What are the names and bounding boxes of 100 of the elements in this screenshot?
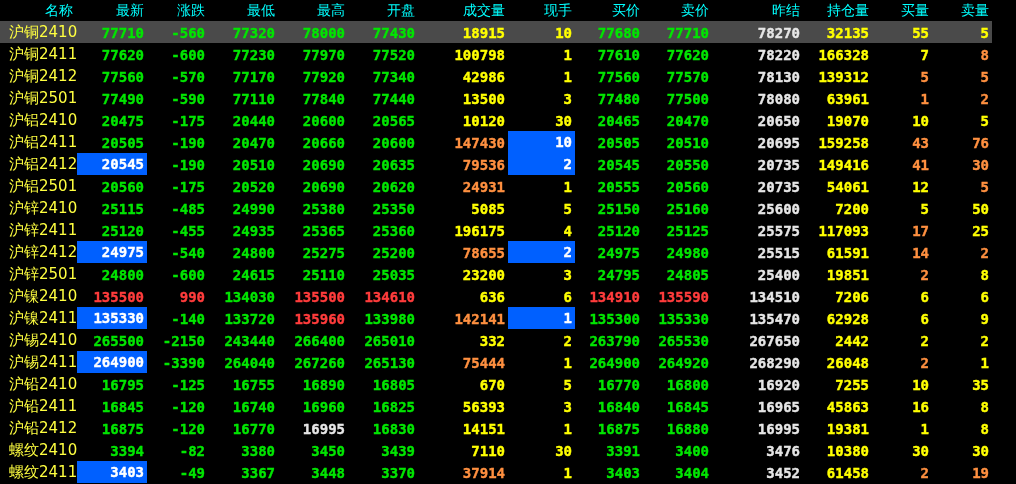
table-cell: 77570 [666, 70, 709, 84]
column-header[interactable]: 涨跌 [147, 1, 208, 20]
contract-name[interactable]: 沪镍2410 [0, 285, 77, 307]
table-cell: 263790 [589, 334, 640, 348]
column-header[interactable]: 买量 [872, 1, 932, 20]
table-cell: 76 [972, 136, 989, 150]
table-cell: 3403 [77, 461, 147, 483]
table-cell: 1 [508, 307, 575, 329]
table-cell: 4 [563, 224, 572, 238]
contract-name[interactable]: 沪铝2410 [0, 109, 77, 131]
contract-name[interactable]: 沪铝2412 [0, 153, 77, 175]
table-cell: 16 [912, 400, 929, 414]
table-cell: 149416 [818, 158, 869, 172]
column-header[interactable]: 卖量 [932, 1, 992, 20]
table-cell: 79536 [462, 158, 505, 172]
table-cell: 166328 [818, 48, 869, 62]
table-cell: 20600 [302, 114, 345, 128]
table-cell: 77680 [597, 26, 640, 40]
contract-name[interactable]: 沪锌2501 [0, 263, 77, 285]
table-cell: -82 [179, 444, 205, 458]
contract-name[interactable]: 沪铝2501 [0, 175, 77, 197]
contract-name[interactable]: 沪锌2410 [0, 197, 77, 219]
table-cell: 25125 [666, 224, 709, 238]
contract-name[interactable]: 沪锌2412 [0, 241, 77, 263]
contract-name[interactable]: 沪铅2411 [0, 395, 77, 417]
contract-name[interactable]: 沪铜2412 [0, 65, 77, 87]
table-cell: 20545 [597, 158, 640, 172]
table-cell: 25115 [101, 202, 144, 216]
table-cell: 30 [555, 114, 572, 128]
contract-name[interactable]: 沪铅2410 [0, 373, 77, 395]
table-cell: 25 [972, 224, 989, 238]
table-cell: 135470 [749, 312, 800, 326]
contract-name[interactable]: 螺纹2411 [0, 461, 77, 483]
table-cell: 268290 [749, 356, 800, 370]
table-cell: 78220 [757, 48, 800, 62]
table-cell: 20660 [302, 136, 345, 150]
table-cell: 3403 [606, 466, 640, 480]
table-cell: 77490 [101, 92, 144, 106]
table-cell: 265500 [93, 334, 144, 348]
contract-name[interactable]: 沪铅2412 [0, 417, 77, 439]
contract-name[interactable]: 沪铜2501 [0, 87, 77, 109]
contract-name[interactable]: 沪锡2411 [0, 351, 77, 373]
column-header[interactable]: 现手 [508, 1, 575, 20]
table-cell: 10120 [462, 114, 505, 128]
table-cell: 10 [912, 378, 929, 392]
column-header[interactable]: 买价 [575, 1, 643, 20]
column-header[interactable]: 持仓量 [803, 1, 872, 20]
table-cell: 61591 [826, 246, 869, 260]
table-cell: 77230 [232, 48, 275, 62]
contract-name[interactable]: 沪铝2411 [0, 131, 77, 153]
column-header[interactable]: 卖价 [643, 1, 712, 20]
table-cell: 61458 [826, 466, 869, 480]
table-cell: 5 [563, 378, 572, 392]
table-cell: 78000 [302, 26, 345, 40]
table-cell: 77500 [666, 92, 709, 106]
table-cell: 100798 [454, 48, 505, 62]
contract-name[interactable]: 沪镍2411 [0, 307, 77, 329]
table-cell: 77110 [232, 92, 275, 106]
table-cell: 16740 [232, 400, 275, 414]
table-cell: 77710 [101, 26, 144, 40]
table-cell: 670 [479, 378, 505, 392]
table-cell: 135960 [294, 312, 345, 326]
table-cell: 16770 [232, 422, 275, 436]
column-header[interactable]: 最新 [77, 1, 147, 20]
contract-name[interactable]: 沪锡2410 [0, 329, 77, 351]
table-cell: -125 [171, 378, 205, 392]
table-cell: 20520 [232, 180, 275, 194]
contract-name[interactable]: 沪铜2410 [0, 21, 77, 43]
column-header[interactable]: 最低 [208, 1, 278, 20]
column-header[interactable]: 成交量 [418, 1, 508, 20]
table-cell: 20505 [597, 136, 640, 150]
table-cell: 20695 [757, 136, 800, 150]
table-cell: 63961 [826, 92, 869, 106]
table-cell: 17 [912, 224, 929, 238]
table-cell: 77620 [101, 48, 144, 62]
column-header[interactable]: 名称 [0, 1, 77, 20]
table-cell: 16960 [302, 400, 345, 414]
table-cell: 56393 [462, 400, 505, 414]
contract-name[interactable]: 螺纹2410 [0, 439, 77, 461]
table-cell: 30 [972, 158, 989, 172]
table-cell: 134610 [364, 290, 415, 304]
table-cell: 134910 [589, 290, 640, 304]
table-cell: 16880 [666, 422, 709, 436]
table-cell: 3370 [381, 466, 415, 480]
table-cell: 20690 [302, 158, 345, 172]
table-cell: 16755 [232, 378, 275, 392]
contract-name[interactable]: 沪锌2411 [0, 219, 77, 241]
column-header[interactable]: 最高 [278, 1, 348, 20]
table-cell: 20735 [757, 158, 800, 172]
table-cell: 134510 [749, 290, 800, 304]
table-cell: -140 [171, 312, 205, 326]
table-cell: 26048 [826, 356, 869, 370]
table-cell: 19 [972, 466, 989, 480]
column-header[interactable]: 开盘 [348, 1, 418, 20]
column-header[interactable]: 昨结 [712, 1, 803, 20]
table-cell: -190 [171, 136, 205, 150]
table-cell: 24990 [232, 202, 275, 216]
contract-name[interactable]: 沪铜2411 [0, 43, 77, 65]
table-cell: 77620 [666, 48, 709, 62]
table-cell: 14151 [462, 422, 505, 436]
